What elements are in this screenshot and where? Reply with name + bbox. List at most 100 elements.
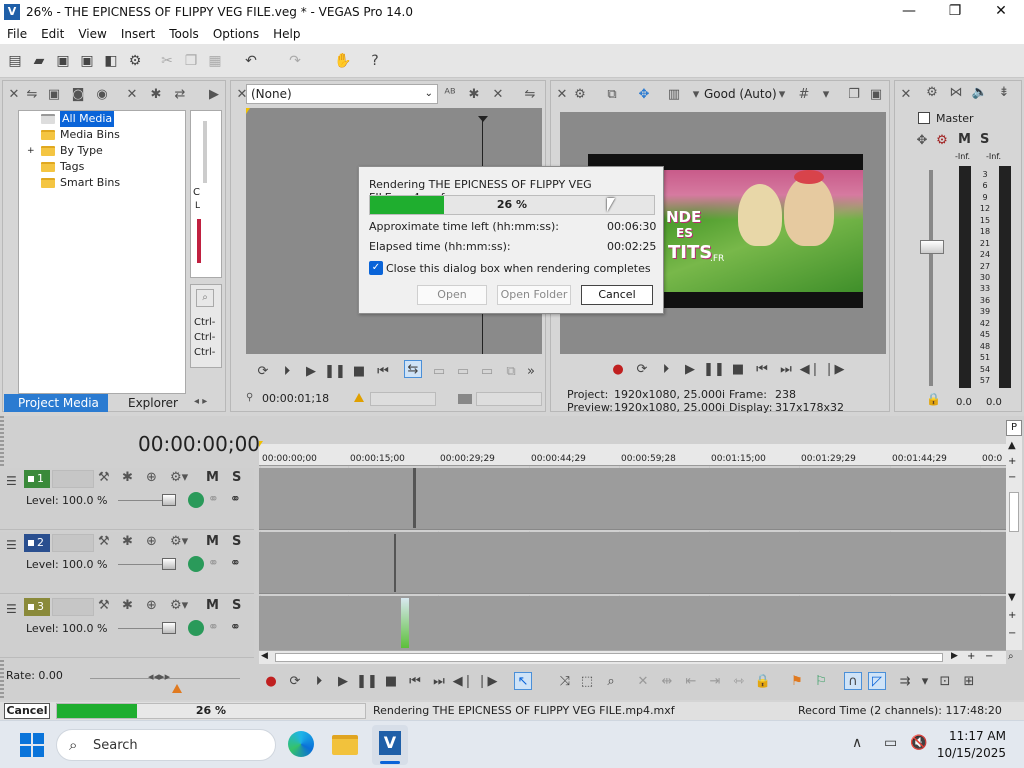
pause-icon[interactable]: ❚❚ [703,360,725,378]
previous-frame-icon[interactable]: ◀❘ [800,360,821,378]
track-lane[interactable] [259,596,1006,658]
scroll-up-icon[interactable]: ▲ [1008,440,1016,451]
play-from-start-icon[interactable]: ⏵ [657,360,675,378]
track-fx-icon[interactable]: ✱ [122,534,133,549]
track-composite-icon[interactable]: ⊕ [146,534,157,549]
loop-playback-icon[interactable]: ⟳ [286,672,304,690]
record-icon[interactable]: ● [262,672,280,690]
chevron-down-icon[interactable]: ▾ [818,86,834,102]
track-level-slider[interactable] [162,494,176,506]
chevron-up-icon[interactable]: ∧ [852,735,862,751]
track-settings-icon[interactable]: ⚙▾ [170,598,188,613]
trim-start-icon[interactable]: ⇤ [682,672,700,690]
status-cancel-button[interactable]: Cancel [4,703,50,719]
track-motion-icon[interactable]: ⚒ [98,598,110,613]
play-icon[interactable]: ▶ [681,360,699,378]
tree-item-by-type[interactable]: + By Type [27,143,103,159]
track-name-field[interactable] [52,598,94,616]
search-icon[interactable]: ⌕ [196,289,214,307]
go-to-end-icon[interactable]: ⏭ [777,360,795,378]
windows-start-icon[interactable] [20,733,44,757]
tab-scroll-arrows-icon[interactable]: ◂ ▸ [194,396,207,407]
play-from-start-icon[interactable]: ⏵ [278,362,296,380]
downmix-icon[interactable]: ⋈ [948,84,964,100]
close-window-button[interactable]: ✕ [978,0,1024,24]
tree-item-tags[interactable]: Tags [41,159,84,175]
trim-tool-icon[interactable]: ▭ [454,362,472,380]
track-name-field[interactable] [52,534,94,552]
play-icon[interactable]: ▶ [302,362,320,380]
timeline-vscroll[interactable]: P ▲ + − ▼ + − [1006,420,1022,650]
pane-close-icon[interactable]: ✕ [6,86,22,102]
split-screen-icon[interactable]: ✥ [636,86,652,102]
track-list-icon[interactable]: P [1006,420,1022,436]
scroll-down-icon[interactable]: ▼ [1008,592,1016,603]
vscroll-thumb[interactable] [1009,492,1019,532]
chevron-down-icon[interactable]: ▾ [688,86,704,102]
render-as-icon[interactable]: ◧ [102,52,120,70]
scroll-left-icon[interactable]: ◀ [261,651,268,661]
copy-snapshot-icon[interactable]: ❐ [846,86,862,102]
track-collapse-icon[interactable]: ☰ [6,602,17,616]
undo-icon[interactable]: ↶ [242,52,260,70]
zoom-out-icon[interactable]: − [1008,628,1016,639]
next-frame-icon[interactable]: ❘▶ [824,360,845,378]
track-lane[interactable] [259,468,1006,530]
track-solo-button[interactable]: S [232,534,241,549]
menu-view[interactable]: View [71,27,113,41]
grid-icon[interactable]: # [796,86,812,102]
zoom-tool-icon[interactable]: ⌕ [602,672,620,690]
track-level-slider[interactable] [162,622,176,634]
mixer-properties-icon[interactable]: ⚙ [924,84,940,100]
normal-edit-tool-icon[interactable]: ↖ [514,672,532,690]
track-solo-button[interactable]: S [232,598,241,613]
import-media-icon[interactable]: ⇋ [24,86,40,102]
trimmer-zoom-icon[interactable] [458,394,472,404]
open-button[interactable]: Open [417,285,487,305]
track-parent-icon[interactable]: ⚭ [230,620,241,635]
track-composite-icon[interactable]: ⊕ [146,598,157,613]
delete-icon[interactable]: ✕ [634,672,652,690]
cut-icon[interactable]: ✂ [158,52,176,70]
master-fader[interactable] [920,240,944,254]
pause-icon[interactable]: ❚❚ [324,362,346,380]
track-child-icon[interactable]: ⚭ [208,492,219,507]
menu-insert[interactable]: Insert [114,27,162,41]
track-fx-icon[interactable]: ✱ [122,598,133,613]
track-collapse-icon[interactable]: ☰ [6,538,17,552]
save-icon[interactable]: ▣ [54,52,72,70]
track-header[interactable]: ☰ 1 ⚒ ✱ ⊕ ⚙▾ M S Level: 100.0 % ⚭ ⚭ [0,468,254,530]
composite-mode-icon[interactable] [188,556,204,572]
track-settings-icon[interactable]: ⚙▾ [170,534,188,549]
lock-envelopes-icon[interactable]: ⊡ [936,672,954,690]
trimmer-options-icon[interactable]: ⇋ [522,86,538,102]
preview-properties-icon[interactable]: ⚙ [572,86,588,102]
vegas-taskbar-button[interactable]: V [372,725,408,765]
edge-browser-icon[interactable] [288,731,314,757]
loop-playback-icon[interactable]: ⟳ [254,362,272,380]
trim-tool-icon[interactable]: ▭ [430,362,448,380]
tree-item-media-bins[interactable]: Media Bins [41,127,120,143]
menu-help[interactable]: Help [266,27,307,41]
volume-icon[interactable]: 🔇 [910,735,927,751]
enable-snapping-icon[interactable]: ✋ [334,52,352,70]
properties-icon[interactable]: ⚙ [126,52,144,70]
master-solo-button[interactable]: S [980,132,989,147]
timeline-hscroll[interactable]: ◀ ▶ + − [259,650,1006,664]
track-child-icon[interactable]: ⚭ [208,620,219,635]
network-icon[interactable]: ▭ [884,735,897,751]
meter-settings-icon[interactable]: ⇟ [996,84,1012,100]
track-mute-button[interactable]: M [206,534,219,549]
clip-video-2[interactable] [394,534,396,592]
trim-end-icon[interactable]: ⇥ [706,672,724,690]
spell-check-icon[interactable]: ᴬᴮ [442,86,458,102]
whats-this-help-icon[interactable]: ? [366,52,384,70]
stop-icon[interactable]: ■ [350,362,368,380]
media-fx-icon[interactable]: ✱ [148,86,164,102]
selection-tool-icon[interactable]: ⬚ [578,672,596,690]
rate-slider-handle[interactable]: ◂◂▸▸ [148,670,170,683]
menu-tools[interactable]: Tools [162,27,206,41]
hscroll-thumb[interactable] [275,653,943,662]
trim-tool-icon[interactable]: ▭ [478,362,496,380]
zoom-in-icon[interactable]: + [1008,610,1016,621]
